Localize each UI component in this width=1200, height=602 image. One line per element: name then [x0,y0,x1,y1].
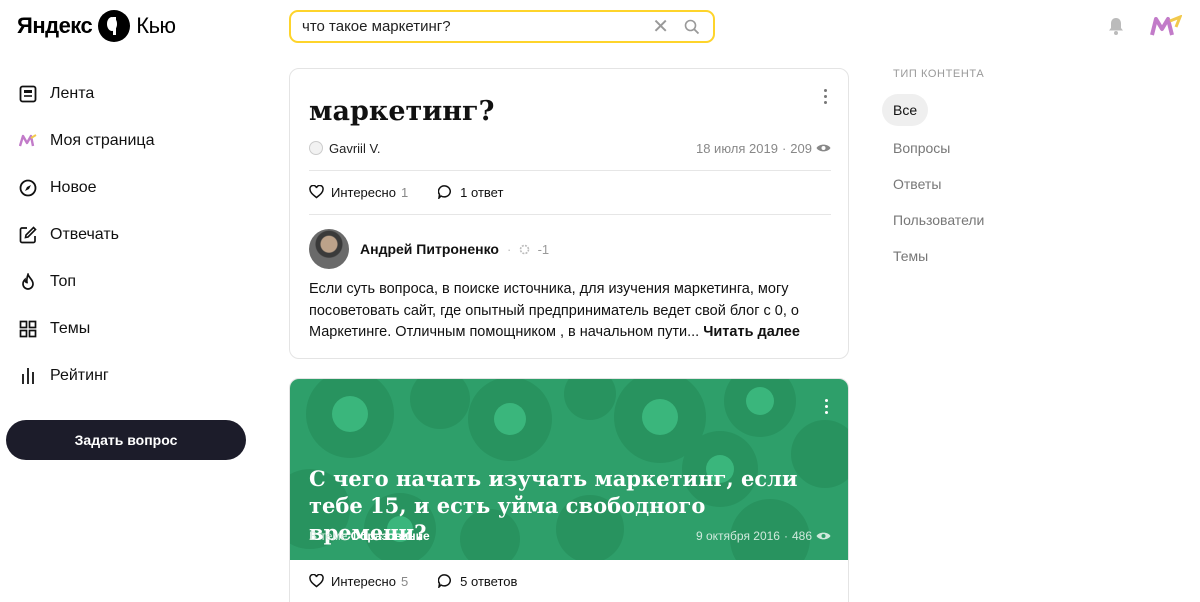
logo-yandex-text: Яндекс [17,13,93,38]
sidebar-item-answer[interactable]: Отвечать [18,211,248,258]
filter-option-questions[interactable]: Вопросы [882,130,1022,166]
answers-label: 5 ответов [460,573,518,589]
like-label: Интересно [331,573,396,589]
filter-header: ТИП КОНТЕНТА [893,68,985,80]
question-meta: 9 октября 2016 · 486 [696,529,831,543]
views-count: 209 [790,140,812,156]
eye-icon [816,144,831,152]
author-rating: · -1 [507,241,550,257]
heart-icon [309,185,324,199]
comment-icon [438,574,452,588]
filter-option-answers[interactable]: Ответы [882,166,1022,202]
bell-icon[interactable] [1106,16,1126,36]
grid-icon [18,319,38,339]
filter-option-themes[interactable]: Темы [882,238,1022,274]
meta-separator: · [781,140,787,156]
views-count: 486 [791,529,812,543]
sidebar-item-label: Моя страница [50,131,155,149]
question-actions: Интересно 1 1 ответ [309,182,533,202]
ask-question-button[interactable]: Задать вопрос [6,420,246,460]
sidebar-nav: Лента Моя страница Новое Отвечать Топ Те… [18,70,248,399]
answer-author[interactable]: Андрей Питроненко [360,241,499,257]
like-button[interactable]: Интересно 5 [309,574,408,589]
search-bar: ✕ [289,10,715,43]
more-options-icon[interactable] [823,89,827,107]
author-score: -1 [537,241,550,257]
logo[interactable]: Яндекс Кью [17,9,176,43]
question-author[interactable]: Gavriil V. [329,141,381,156]
sidebar-item-label: Темы [50,319,91,337]
read-more-link[interactable]: Читать далее [703,324,800,340]
search-input[interactable] [302,18,632,35]
edit-icon [18,225,38,245]
answers-button[interactable]: 5 ответов [438,574,517,589]
question-date: 18 июля 2019 [695,140,778,156]
content-type-filter: ТИП КОНТЕНТА Все Вопросы Ответы Пользова… [882,68,1022,274]
like-count: 5 [400,573,409,589]
question-banner-image[interactable]: С чего начать изучать маркетинг, если те… [290,379,848,560]
sidebar-item-label: Отвечать [50,225,120,243]
sidebar-item-top[interactable]: Топ [18,258,248,305]
heart-icon [309,574,324,588]
divider [309,214,831,215]
sidebar-item-themes[interactable]: Темы [18,305,248,352]
sidebar-item-label: Лента [50,84,95,102]
like-button[interactable]: Интересно 1 [309,185,408,200]
fire-icon [18,272,38,292]
answers-button[interactable]: 1 ответ [438,185,503,200]
feed-icon [18,84,38,104]
question-date: 9 октября 2016 [695,529,780,543]
logo-mark-icon [98,10,131,42]
sidebar-item-label: Новое [50,178,97,196]
like-count: 1 [400,184,409,200]
answer-author-avatar[interactable] [309,229,349,269]
question-title[interactable]: маркетинг? [309,96,494,127]
sidebar-item-new[interactable]: Новое [18,164,248,211]
compass-icon [18,178,38,198]
bars-icon [18,366,38,386]
sidebar-item-my-page[interactable]: Моя страница [18,117,248,164]
question-theme: В теме Образование [309,529,430,543]
user-avatar-icon[interactable] [1150,15,1182,39]
sidebar-item-label: Рейтинг [50,366,109,384]
answers-label: 1 ответ [460,184,504,200]
sidebar-item-label: Топ [50,272,77,290]
filter-option-users[interactable]: Пользователи [882,202,1022,238]
rating-gear-icon [519,244,530,254]
meta-separator: · [783,529,788,543]
more-options-icon[interactable] [824,399,828,417]
clear-search-icon[interactable]: ✕ [652,17,669,37]
theme-prefix: В теме [309,529,348,543]
theme-link[interactable]: Образование [351,529,430,543]
search-icon[interactable] [684,19,700,35]
answer-preview[interactable]: Если суть вопроса, в поиске источника, д… [309,279,829,344]
filter-option-all[interactable]: Все [882,94,928,126]
answer-header: Андрей Питроненко · -1 [309,229,549,269]
question-card: С чего начать изучать маркетинг, если те… [289,378,849,602]
eye-icon [816,532,831,540]
sidebar-item-feed[interactable]: Лента [18,70,248,117]
question-meta: Gavriil V. 18 июля 2019 · 209 [309,139,831,157]
question-card: маркетинг? Gavriil V. 18 июля 2019 · 209… [289,68,849,359]
my-page-icon [18,131,38,151]
question-actions: Интересно 5 5 ответов [309,571,547,591]
sidebar-item-rating[interactable]: Рейтинг [18,352,248,399]
like-label: Интересно [331,184,396,200]
comment-icon [438,185,452,199]
user-avatar-icon [309,141,323,155]
logo-kyu-text: Кью [136,13,176,38]
divider [309,170,831,171]
